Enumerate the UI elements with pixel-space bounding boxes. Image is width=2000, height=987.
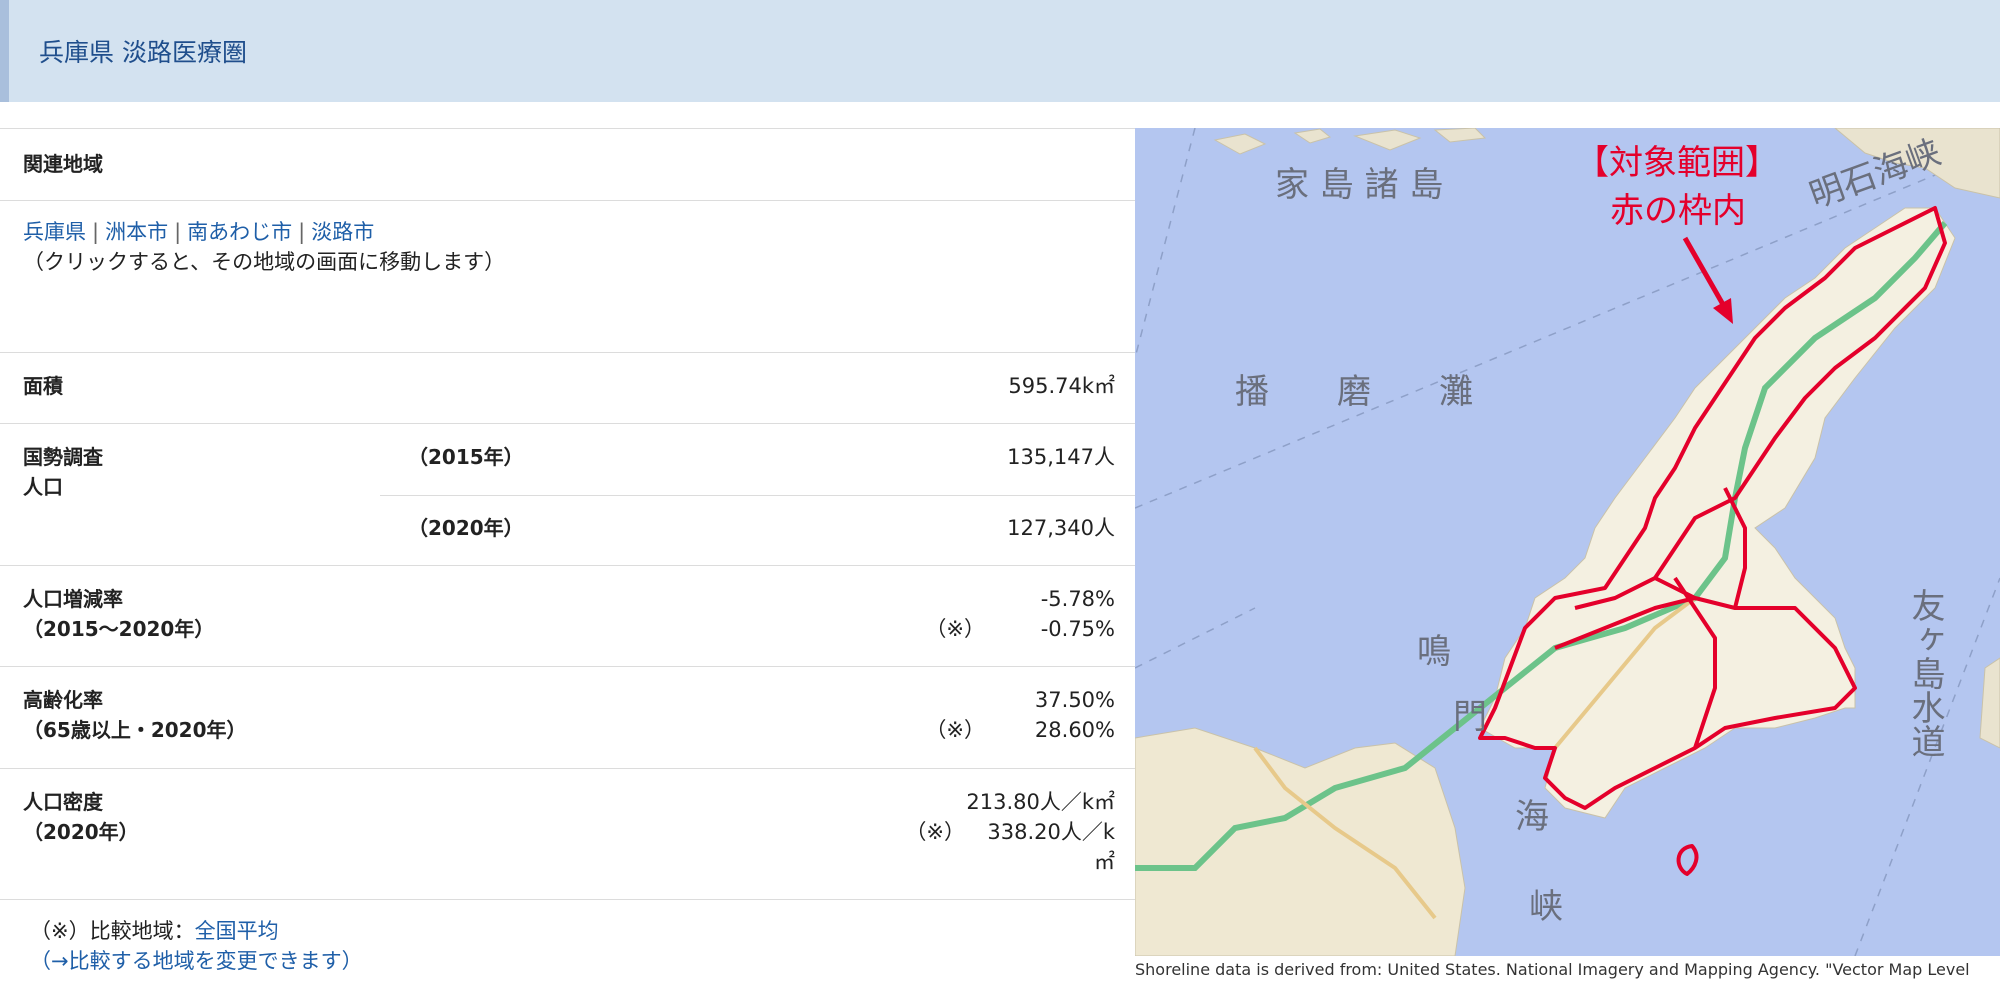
census-label-line1: 国勢調査 <box>23 445 103 469</box>
link-awaji[interactable]: 淡路市 <box>311 220 374 244</box>
region-label: 関連地域 <box>23 152 103 176</box>
ieshima-islands <box>1213 128 1487 155</box>
target-label-line2: 赤の枠内 <box>1610 191 1746 231</box>
census-value-2015: 135,147人 <box>1007 445 1115 469</box>
aging-row: 高齢化率 （65歳以上・2020年） 37.50% （※） 28.60% <box>0 666 1135 768</box>
page-title: 兵庫県 淡路医療圏 <box>39 38 247 67</box>
compare-region-link[interactable]: 全国平均 <box>195 919 279 943</box>
census-row: 国勢調査 人口 （2015年） 135,147人 （2020年） 127,340… <box>0 423 1135 565</box>
label-ieshima: 家 島 諸 島 <box>1275 165 1443 205</box>
label-naruto-2: 門 <box>1453 697 1487 737</box>
growth-label-line1: 人口増減率 <box>23 587 123 611</box>
density-label-line2: （2020年） <box>23 820 139 844</box>
label-strait-2: 峡 <box>1529 887 1563 927</box>
density-value: 213.80人／k㎡ <box>966 790 1115 814</box>
map-graphic: 家 島 諸 島 明石海峡 播 磨 灘 鳴 門 海 峡 友ヶ島水道 【対象範囲】 … <box>1135 128 2000 956</box>
census-year-2020: （2020年） <box>408 516 524 540</box>
aging-compare-mark: （※） <box>925 718 985 742</box>
census-value-2020: 127,340人 <box>1007 516 1115 540</box>
aging-value: 37.50% <box>1034 688 1115 712</box>
target-arrow <box>1682 236 1728 310</box>
density-compare-mark: （※） <box>905 820 965 844</box>
density-compare-value-line2: ㎡ <box>1094 850 1115 874</box>
density-compare-value-line1: 338.20人／k <box>987 820 1115 844</box>
aging-compare-value: 28.60% <box>1034 718 1115 742</box>
growth-compare-mark: （※） <box>925 617 985 641</box>
region-links: 兵庫県 | 洲本市 | 南あわじ市 | 淡路市 <box>23 220 375 244</box>
page-header: 兵庫県 淡路医療圏 <box>0 0 2000 102</box>
label-harima-nada: 播 磨 灘 <box>1235 372 1473 412</box>
area-row: 面積 595.74k㎡ <box>0 352 1135 423</box>
growth-label-line2: （2015～2020年） <box>23 617 215 641</box>
density-row: 人口密度 （2020年） 213.80人／k㎡ （※） 338.20人／k ㎡ <box>0 768 1135 900</box>
region-label-row: 関連地域 <box>0 128 1135 200</box>
growth-row: 人口増減率 （2015～2020年） -5.78% （※） -0.75% <box>0 565 1135 666</box>
link-minamiawaji[interactable]: 南あわじ市 <box>187 220 292 244</box>
area-label: 面積 <box>23 374 63 398</box>
region-hint: （クリックすると、その地域の画面に移動します） <box>23 250 506 274</box>
compare-prefix: （※）比較地域： <box>30 919 195 943</box>
target-label-line1: 【対象範囲】 <box>1575 143 1779 183</box>
region-links-row: 兵庫県 | 洲本市 | 南あわじ市 | 淡路市 （クリックすると、その地域の画面に移動します… <box>0 200 1135 352</box>
growth-value: -5.78% <box>1040 587 1115 611</box>
label-tomogashima-channel: 友ヶ島水道 <box>1905 588 1945 758</box>
link-hyogo[interactable]: 兵庫県 <box>23 220 86 244</box>
tomogashima-island <box>1979 657 2000 749</box>
growth-compare-value: -0.75% <box>1040 617 1115 641</box>
change-compare-link[interactable]: （→比較する地域を変更できます） <box>30 946 363 976</box>
map-credit: Shoreline data is derived from: United S… <box>1135 960 1970 979</box>
census-divider <box>380 495 1135 496</box>
aging-label-line1: 高齢化率 <box>23 688 103 712</box>
region-map[interactable]: 家 島 諸 島 明石海峡 播 磨 灘 鳴 門 海 峡 友ヶ島水道 【対象範囲】 … <box>1135 128 2000 956</box>
area-value: 595.74k㎡ <box>1008 374 1115 398</box>
density-label-line1: 人口密度 <box>23 790 103 814</box>
census-year-2015: （2015年） <box>408 445 524 469</box>
compare-note: （※）比較地域：全国平均 <box>30 916 279 946</box>
aging-label-line2: （65歳以上・2020年） <box>23 718 247 742</box>
label-strait-1: 海 <box>1515 797 1549 837</box>
label-naruto-1: 鳴 <box>1417 632 1451 672</box>
link-sumoto[interactable]: 洲本市 <box>105 220 168 244</box>
census-label-line2: 人口 <box>23 475 63 499</box>
